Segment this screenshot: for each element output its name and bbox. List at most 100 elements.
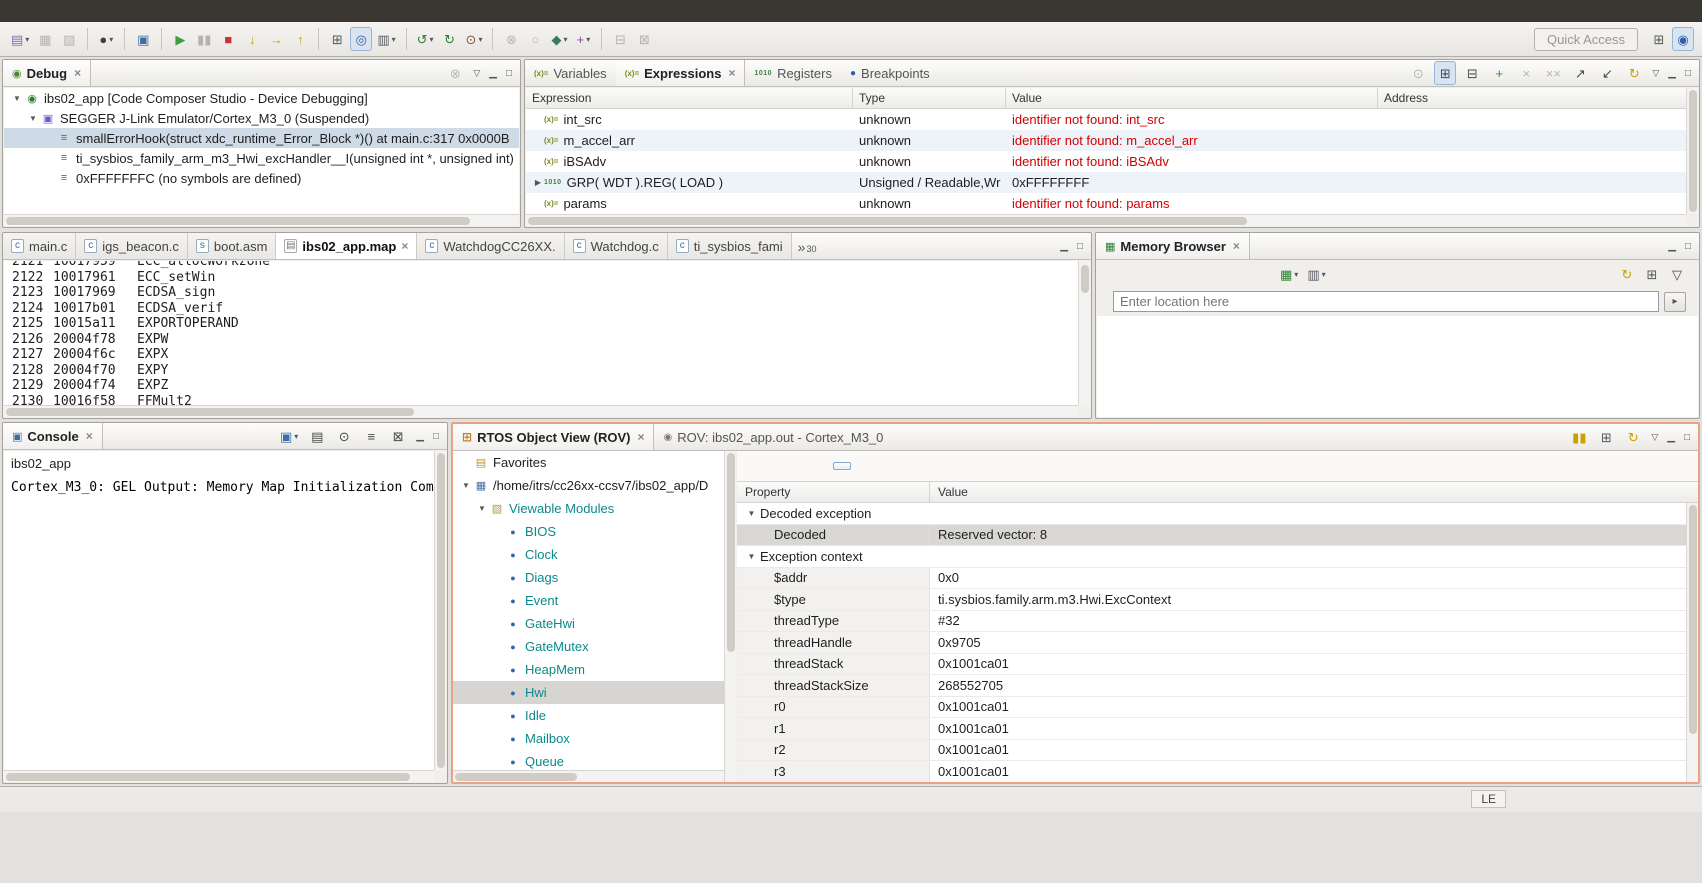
show-type-names-icon[interactable]: ⊙ <box>1407 61 1429 85</box>
save-all-icon[interactable]: ▧ <box>58 27 80 51</box>
refresh-memory-icon[interactable]: ↻ <box>1616 262 1638 286</box>
rov-mode-tab[interactable] <box>863 463 879 469</box>
reset-icon[interactable]: ↺▾ <box>414 27 437 51</box>
view-menu-icon[interactable]: ▽ <box>1650 67 1661 80</box>
rov-property-row[interactable]: threadHandle0x9705 <box>737 632 1686 654</box>
rov-mode-tab[interactable] <box>833 462 851 470</box>
rov-mode-tab[interactable] <box>777 463 793 469</box>
open-console-icon[interactable]: ▣▾ <box>277 424 301 448</box>
remove-all-expressions-icon[interactable]: ×× <box>1542 61 1564 85</box>
watch-view-icon[interactable]: ▥▾ <box>374 27 398 51</box>
editor-tab-overflow[interactable]: »30 <box>792 233 823 259</box>
import-expressions-icon[interactable]: ↙ <box>1596 61 1618 85</box>
expressions-hscrollbar[interactable] <box>526 214 1686 226</box>
debug-perspective-icon[interactable]: ◉ <box>1672 27 1694 51</box>
rov-property-row[interactable]: threadType#32 <box>737 611 1686 633</box>
memory-menu-icon[interactable]: ▽ <box>1666 262 1688 286</box>
menu-item[interactable] <box>96 9 114 13</box>
editor-tab[interactable]: ▤ibs02_app.map× <box>276 233 417 259</box>
memory-go-button[interactable]: ▸ <box>1664 292 1686 312</box>
view-menu-icon[interactable]: ▽ <box>471 67 482 80</box>
menu-item[interactable] <box>78 9 96 13</box>
console-hscrollbar[interactable] <box>4 770 434 782</box>
editor-tab[interactable]: cti_sysbios_fami <box>668 233 792 259</box>
remove-expression-icon[interactable]: × <box>1515 61 1537 85</box>
source-lookup-icon[interactable]: ○ <box>524 27 546 51</box>
menu-item[interactable] <box>132 9 150 13</box>
tree-item[interactable]: ▼▦/home/itrs/cc26xx-ccsv7/ibs02_app/D <box>453 474 735 497</box>
view-tab[interactable]: ⊞RTOS Object View (ROV)× <box>453 424 654 450</box>
expression-row[interactable]: (x)=paramsunknownidentifier not found: p… <box>526 193 1686 214</box>
menu-item[interactable] <box>114 9 132 13</box>
tree-item[interactable]: ●Event <box>453 589 735 612</box>
maximize-icon[interactable]: □ <box>504 67 514 80</box>
editor-tab[interactable]: sboot.asm <box>188 233 276 259</box>
refresh-expressions-icon[interactable]: ↻ <box>1623 61 1645 85</box>
minimize-icon[interactable]: ▁ <box>1665 431 1677 444</box>
resume-icon[interactable]: ▶ <box>169 27 191 51</box>
view-tab[interactable]: ◉ROV: ibs02_app.out - Cortex_M3_0 <box>654 424 892 450</box>
view-tab[interactable]: ●Breakpoints <box>841 60 939 86</box>
expression-row[interactable]: (x)=iBSAdvunknownidentifier not found: i… <box>526 151 1686 172</box>
rov-property-row[interactable]: r30x1001ca01 <box>737 761 1686 782</box>
build-icon[interactable]: ⊙▾ <box>463 27 486 51</box>
scrollbar-thumb[interactable] <box>1081 265 1089 293</box>
editor-content[interactable]: 212110017959ECC_allocWorkzone21221001796… <box>4 261 1078 405</box>
connect-target-icon[interactable]: ⊗ <box>500 27 522 51</box>
user-account-icon[interactable]: ●▾ <box>95 27 117 51</box>
editor-tab[interactable]: cigs_beacon.c <box>76 233 188 259</box>
tree-item[interactable]: ≡0xFFFFFFFC (no symbols are defined) <box>4 168 519 188</box>
memory-rendering-icon[interactable]: ▥▾ <box>1304 262 1328 286</box>
editor-vscrollbar[interactable] <box>1078 261 1090 405</box>
tree-item[interactable]: ●Idle <box>453 704 735 727</box>
rov-property-row[interactable]: threadStack0x1001ca01 <box>737 654 1686 676</box>
close-icon[interactable]: × <box>728 66 735 80</box>
column-value[interactable]: Value <box>930 482 1698 502</box>
maximize-icon[interactable]: □ <box>431 430 441 443</box>
editor-tab[interactable]: cWatchdogCC26XX. <box>417 233 564 259</box>
maximize-icon[interactable]: □ <box>1683 67 1693 80</box>
expand-icon[interactable]: ▼ <box>459 481 473 490</box>
tree-item[interactable]: ●HeapMem <box>453 658 735 681</box>
menu-item[interactable] <box>24 9 42 13</box>
expand-icon[interactable]: ▼ <box>475 504 489 513</box>
step-return-icon[interactable]: ↑ <box>289 27 311 51</box>
console-vscrollbar[interactable] <box>434 451 446 770</box>
new-memory-tab-icon[interactable]: ⊞ <box>1641 262 1663 286</box>
tree-item[interactable]: ●Mailbox <box>453 727 735 750</box>
tree-item[interactable]: ▤Favorites <box>453 451 735 474</box>
maximize-icon[interactable]: □ <box>1683 240 1693 253</box>
close-icon[interactable]: × <box>401 239 408 253</box>
scroll-lock-icon[interactable]: ≡ <box>360 424 382 448</box>
editor-hscrollbar[interactable] <box>4 405 1078 417</box>
tree-item[interactable]: ●Hwi <box>453 681 735 704</box>
tree-item[interactable]: ●GateHwi <box>453 612 735 635</box>
tree-item[interactable]: ●BIOS <box>453 520 735 543</box>
suspend-icon[interactable]: ▮▮ <box>193 27 215 51</box>
rov-property-row[interactable]: r00x1001ca01 <box>737 697 1686 719</box>
column-value[interactable]: Value <box>1006 88 1378 108</box>
save-icon[interactable]: ▦ <box>34 27 56 51</box>
terminate-icon[interactable]: ■ <box>217 27 239 51</box>
rov-refresh-icon[interactable]: ↻ <box>1622 425 1644 449</box>
scrollbar-thumb[interactable] <box>437 453 445 768</box>
rov-grid-icon[interactable]: ⊞ <box>1595 425 1617 449</box>
minimize-icon[interactable]: ▁ <box>1666 240 1678 253</box>
tree-item[interactable]: ●GateMutex <box>453 635 735 658</box>
remove-all-terminated-icon[interactable]: ⊗ <box>444 61 466 85</box>
menu-item[interactable] <box>42 9 60 13</box>
flash-icon[interactable]: +▾ <box>572 27 594 51</box>
scrollbar-thumb[interactable] <box>528 217 1247 225</box>
expression-row[interactable]: (x)=int_srcunknownidentifier not found: … <box>526 109 1686 130</box>
menu-item[interactable] <box>6 9 24 13</box>
view-tab[interactable]: ▣Console× <box>3 423 103 449</box>
rov-property-row[interactable]: ▼Exception context <box>737 546 1686 568</box>
scrollbar-thumb[interactable] <box>727 453 735 652</box>
profile-icon[interactable]: ◆▾ <box>548 27 570 51</box>
tree-item[interactable]: ▼▣SEGGER J-Link Emulator/Cortex_M3_0 (Su… <box>4 108 519 128</box>
close-icon[interactable]: × <box>637 430 644 444</box>
expand-icon[interactable]: ▼ <box>10 94 24 103</box>
pin-view-icon[interactable]: ⊟ <box>609 27 631 51</box>
debug-hscrollbar[interactable] <box>4 214 519 226</box>
minimize-icon[interactable]: ▁ <box>1058 240 1070 253</box>
